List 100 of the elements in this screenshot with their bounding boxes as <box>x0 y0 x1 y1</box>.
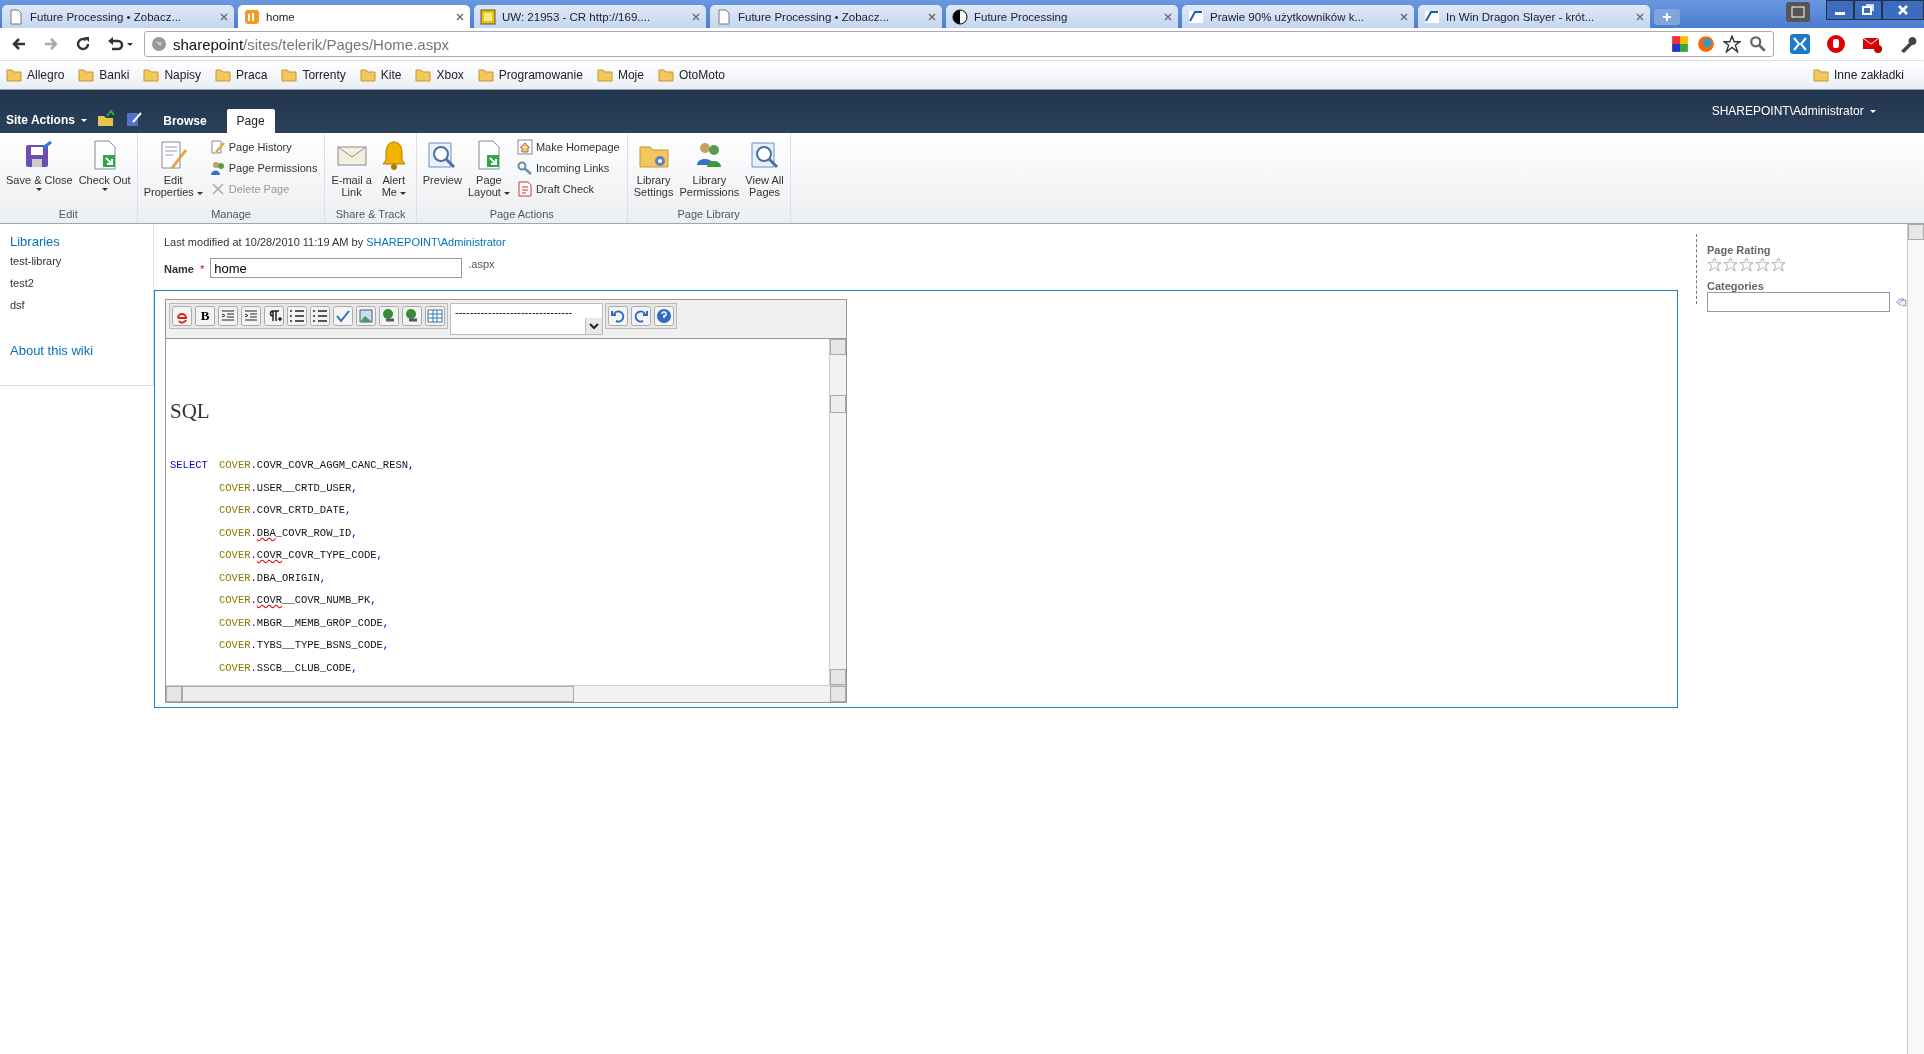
table-icon[interactable] <box>425 306 445 326</box>
reload-icon[interactable] <box>74 35 92 53</box>
undo-icon[interactable] <box>106 35 134 53</box>
stop-sign-icon[interactable] <box>1826 34 1846 54</box>
nav-heading[interactable]: About this wiki <box>10 343 153 358</box>
site-actions-menu[interactable]: Site Actions <box>6 113 88 133</box>
ribbon-tab[interactable]: Browse <box>153 109 217 133</box>
bookmark[interactable]: Programowanie <box>498 68 583 82</box>
ribbon-button[interactable]: Library Permissions <box>676 139 743 198</box>
bookmark[interactable]: Napisy <box>164 68 202 82</box>
format-dropdown[interactable]: -------------------------------- <box>450 303 603 335</box>
search-icon[interactable] <box>1749 35 1767 53</box>
numbered-list-icon[interactable] <box>287 306 307 326</box>
folder-icon <box>477 68 494 82</box>
folder-icon <box>6 68 22 82</box>
star-rating[interactable] <box>1707 257 1786 272</box>
ribbon-button[interactable]: Preview <box>419 139 465 186</box>
redo-icon[interactable] <box>631 306 651 326</box>
ribbon-tab[interactable]: Page <box>226 109 275 133</box>
check-icon[interactable] <box>333 306 353 326</box>
close-icon[interactable] <box>1882 0 1924 20</box>
nav-item[interactable]: dsf <box>10 299 153 311</box>
plus-icon <box>1662 12 1672 22</box>
address-bar[interactable]: sharepoint/sites/telerik/Pages/Home.aspx <box>144 31 1774 57</box>
image-icon[interactable] <box>356 306 376 326</box>
other-bookmarks[interactable]: Inne zakładki <box>1833 68 1904 82</box>
browser-tab[interactable]: Future Processing • Zobacz... <box>2 5 234 28</box>
bookmark[interactable]: Allegro <box>27 68 65 82</box>
browser-tab[interactable]: Future Processing <box>946 5 1178 28</box>
app-icon <box>244 8 260 25</box>
browser-tab[interactable]: Prawie 90% użytkowników k... <box>1182 5 1414 28</box>
browser-logo-icon[interactable] <box>1697 35 1715 53</box>
bullet-list-icon[interactable] <box>310 306 330 326</box>
code-line: COVER.MBGR__MEMB_GROP_CODE, <box>218 615 391 631</box>
name-field[interactable]: home <box>210 258 463 278</box>
ribbon-button[interactable]: Check Out <box>75 139 134 191</box>
bookmark[interactable]: Kite <box>380 68 402 82</box>
tags-icon[interactable] <box>1896 295 1907 309</box>
new-tab-button[interactable] <box>1654 9 1680 25</box>
ribbon-button[interactable]: Make Homepage <box>516 139 620 155</box>
bookmark[interactable]: Banki <box>99 68 130 82</box>
ribbon-button[interactable]: Edit Properties <box>140 139 206 198</box>
browser-tab[interactable]: Future Processing • Zobacz... <box>710 5 942 28</box>
ribbon-button[interactable]: E-mail a Link <box>328 139 375 198</box>
browser-tab[interactable]: In Win Dragon Slayer - krót... <box>1418 5 1650 28</box>
user-link[interactable]: SHAREPOINT\Administrator <box>366 236 506 248</box>
people-icon <box>209 160 226 176</box>
help-icon[interactable] <box>654 306 674 326</box>
bookmark[interactable]: Praca <box>236 68 268 82</box>
folder-icon <box>1812 68 1829 82</box>
page-scrollbar[interactable] <box>1907 224 1924 1054</box>
code-line: SELECT COVER.COVR_COVR_AGGM_CANC_RESN, <box>170 458 416 473</box>
ribbon-button[interactable]: Save & Close <box>3 139 76 191</box>
code-line: COVER.COVR_CRTD_DATE, <box>218 503 353 518</box>
squares-icon[interactable] <box>1671 35 1689 53</box>
ribbon-group-label: Page Library <box>676 208 741 222</box>
note-icon <box>480 8 496 25</box>
folder-icon <box>415 68 432 82</box>
ribbon-button[interactable]: Library Settings <box>630 139 677 198</box>
categories-field[interactable] <box>1707 292 1890 312</box>
code-line: COVER.DBA_COVR_ROW_ID, <box>218 525 359 541</box>
user-menu[interactable]: SHAREPOINT\Administrator <box>1711 90 1924 133</box>
vertical-scrollbar[interactable] <box>829 339 846 685</box>
minimize-icon[interactable] <box>1826 0 1854 20</box>
pencil-icon <box>209 139 226 155</box>
window-icon[interactable] <box>1786 2 1810 22</box>
required-mark: * <box>199 262 205 275</box>
folder-icon <box>78 68 95 82</box>
ribbon-button[interactable]: View All Pages <box>742 139 787 198</box>
chevron-down-icon <box>585 318 602 334</box>
nav-item[interactable]: test2 <box>10 277 153 289</box>
ribbon-button[interactable]: Page Layout <box>464 139 513 198</box>
ribbon-button[interactable]: Alert Me <box>374 139 413 198</box>
heading: SQL <box>170 399 211 424</box>
caret-icon <box>101 188 108 191</box>
paragraph-icon[interactable] <box>264 306 284 326</box>
ribbon-button[interactable]: Incoming Links <box>516 160 620 176</box>
bold-button[interactable]: B <box>195 306 215 326</box>
globe-icon[interactable] <box>402 306 422 326</box>
browser-tab[interactable]: UW: 21953 - CR http://169.... <box>474 5 706 28</box>
horizontal-scrollbar[interactable] <box>166 685 846 702</box>
ribbon-button[interactable]: Page Permissions <box>209 160 318 176</box>
extension-label: .aspx <box>468 258 495 270</box>
browser-tab[interactable]: home <box>238 5 470 28</box>
indent-icon[interactable] <box>218 306 238 326</box>
bookmark[interactable]: Moje <box>617 68 644 82</box>
nav-heading[interactable]: Libraries <box>10 234 153 249</box>
restore-icon[interactable] <box>1854 0 1882 20</box>
star-icon[interactable] <box>1723 35 1741 53</box>
caret-icon <box>196 191 203 195</box>
ribbon-button[interactable]: Draft Check <box>516 181 620 197</box>
extension-icon[interactable] <box>1790 34 1810 54</box>
globe-icon[interactable] <box>379 306 399 326</box>
ribbon-button[interactable]: Page History <box>209 139 318 155</box>
bookmark[interactable]: Torrenty <box>302 68 346 82</box>
bookmark[interactable]: Xbox <box>436 68 464 82</box>
nav-item[interactable]: test-library <box>10 255 153 267</box>
close-icon[interactable] <box>456 12 464 21</box>
bookmark[interactable]: OtoMoto <box>678 68 725 82</box>
code-line: COVER.COVR_COVR_TYPE_CODE, <box>218 548 384 563</box>
